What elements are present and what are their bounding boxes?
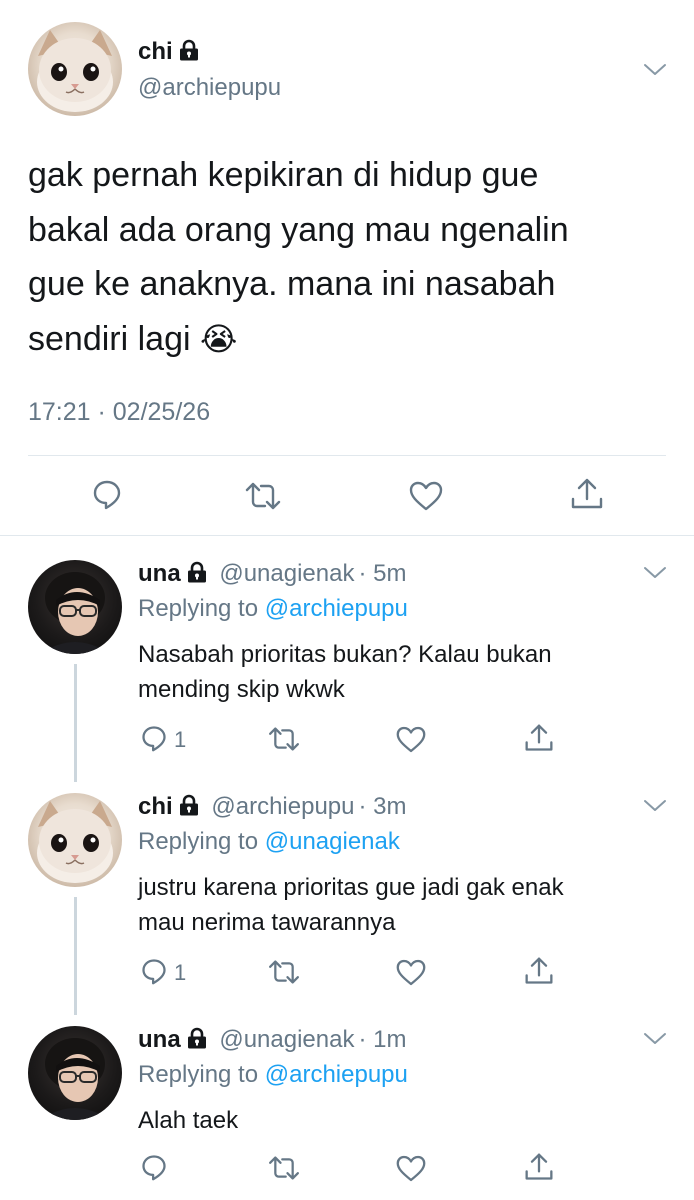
author-handle[interactable]: @archiepupu <box>138 74 281 102</box>
divider <box>28 455 666 456</box>
heart-icon[interactable] <box>396 1155 426 1182</box>
chevron-down-icon[interactable] <box>643 799 667 813</box>
reply-icon[interactable] <box>140 957 168 985</box>
tweet-timestamp[interactable]: 17:21 · 02/25/26 <box>28 398 210 427</box>
retweet-icon[interactable] <box>268 959 300 985</box>
replying-label: Replying to <box>138 1061 259 1088</box>
avatar-una[interactable] <box>28 560 122 654</box>
share-icon[interactable] <box>524 1152 554 1182</box>
mention-link[interactable]: @unagienak <box>265 828 400 855</box>
replying-label: Replying to <box>138 595 259 622</box>
retweet-icon[interactable] <box>268 726 300 752</box>
reply-header[interactable]: chi @archiepupu · 3m <box>138 793 406 823</box>
heart-icon[interactable] <box>396 959 426 986</box>
replying-to: Replying to @archiepupu <box>138 1061 408 1089</box>
chevron-down-icon[interactable] <box>643 566 667 580</box>
retweet-icon[interactable] <box>245 481 281 511</box>
lock-icon <box>179 794 199 823</box>
section-divider <box>0 535 694 536</box>
chevron-down-icon[interactable] <box>643 1032 667 1046</box>
lock-icon <box>187 1027 207 1056</box>
reply-text: Alah taek <box>138 1103 668 1138</box>
author-name-text: chi <box>138 38 173 65</box>
replying-to: Replying to @archiepupu <box>138 595 408 623</box>
thread-line <box>74 897 77 1015</box>
heart-icon[interactable] <box>396 726 426 753</box>
reply-author-handle: @unagienak <box>219 1026 355 1053</box>
reply-author-name: chi <box>138 793 173 820</box>
reply-text: justru karena prioritas gue jadi gak ena… <box>138 870 668 940</box>
retweet-icon[interactable] <box>268 1155 300 1181</box>
reply-author-name: una <box>138 560 181 587</box>
heart-icon[interactable] <box>409 481 443 511</box>
tweet-text-line: sendiri lagi 😭 <box>28 312 668 367</box>
tweet-text-line: gak pernah kepikiran di hidup gue <box>28 156 539 194</box>
crying-emoji: 😭 <box>199 320 238 357</box>
reply-text-line: mau nerima tawarannya <box>138 909 396 936</box>
mention-link[interactable]: @archiepupu <box>265 595 408 622</box>
reply-time: · 1m <box>358 1026 407 1053</box>
replying-to: Replying to @unagienak <box>138 828 400 856</box>
share-icon[interactable] <box>524 723 554 753</box>
mention-link[interactable]: @archiepupu <box>265 1061 408 1088</box>
reply-text: Nasabah prioritas bukan? Kalau bukan men… <box>138 637 668 707</box>
reply-text-line: mending skip wkwk <box>138 676 345 703</box>
tweet-text: gak pernah kepikiran di hidup gue bakal … <box>28 148 668 366</box>
reply-time: · 3m <box>358 793 407 820</box>
lock-icon <box>187 561 207 590</box>
avatar-chi[interactable] <box>28 793 122 887</box>
reply-icon[interactable] <box>140 724 168 752</box>
reply-time: · 5m <box>358 560 407 587</box>
share-icon[interactable] <box>570 477 604 511</box>
reply-author-handle: @archiepupu <box>211 793 355 820</box>
replying-label: Replying to <box>138 828 259 855</box>
reply-text-line: Alah taek <box>138 1107 239 1134</box>
tweet-text-line: gue ke anaknya. mana ini nasabah <box>28 265 556 303</box>
share-icon[interactable] <box>524 956 554 986</box>
avatar-una[interactable] <box>28 1026 122 1120</box>
chevron-down-icon[interactable] <box>643 63 667 77</box>
reply-count: 1 <box>174 960 187 985</box>
reply-icon[interactable] <box>140 1153 168 1181</box>
lock-icon <box>179 39 199 68</box>
reply-text-line: Nasabah prioritas bukan? Kalau bukan <box>138 641 552 668</box>
tweet-text-line: bakal ada orang yang mau ngenalin <box>28 210 569 249</box>
reply-header[interactable]: una @unagienak · 1m <box>138 1026 406 1056</box>
reply-author-name: una <box>138 1026 181 1053</box>
reply-text-line: justru karena prioritas gue jadi gak ena… <box>138 874 564 901</box>
tweet-text-line-end: sendiri lagi <box>28 319 191 358</box>
reply-icon[interactable] <box>91 478 123 510</box>
thread-line <box>74 664 77 782</box>
main-tweet: chi @archiepupu gak pernah kepikiran di … <box>0 0 694 535</box>
reply-count: 1 <box>174 727 187 752</box>
reply-header[interactable]: una @unagienak · 5m <box>138 560 406 590</box>
reply-author-handle: @unagienak <box>219 560 355 587</box>
avatar-chi[interactable] <box>28 22 122 116</box>
author-name[interactable]: chi <box>138 38 199 68</box>
